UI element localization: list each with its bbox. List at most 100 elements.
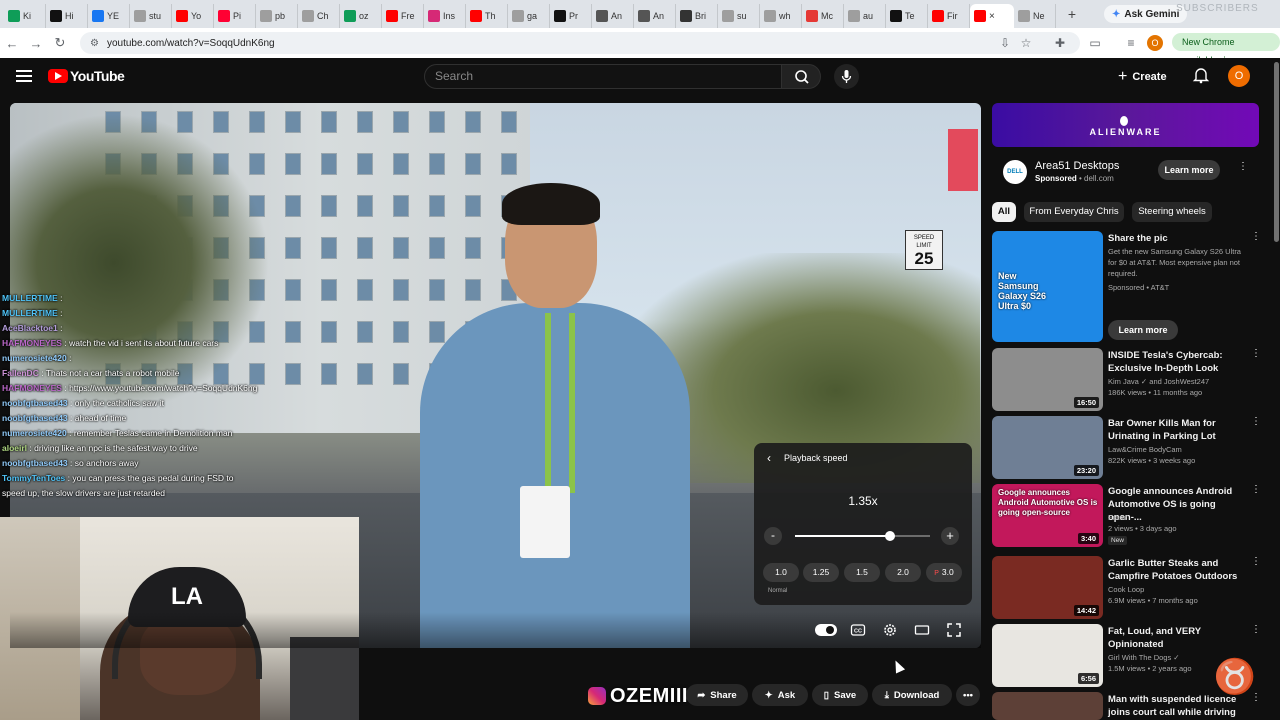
browser-tab[interactable]: An xyxy=(634,4,676,28)
video-title[interactable]: INSIDE Tesla's Cybercab: Exclusive In-De… xyxy=(1108,349,1244,375)
browser-tab[interactable]: Ch xyxy=(298,4,340,28)
browser-tab[interactable]: Fre xyxy=(382,4,424,28)
speed-preset-chip[interactable]: 1.25 xyxy=(803,563,839,582)
video-thumbnail[interactable]: 16:50 xyxy=(992,348,1103,411)
video-channel[interactable]: Franz xyxy=(1108,512,1248,523)
chip-from-everyday-chris[interactable]: From Everyday Chris xyxy=(1024,202,1124,222)
scrollbar-thumb[interactable] xyxy=(1274,62,1279,242)
speed-decrease-button[interactable]: - xyxy=(764,527,782,545)
video-channel[interactable]: Kim Java ✓ and JoshWest247 xyxy=(1108,376,1248,387)
extensions-icon[interactable]: ✚ xyxy=(1051,34,1069,52)
browser-tab[interactable]: su xyxy=(718,4,760,28)
notifications-bell-icon[interactable] xyxy=(1192,66,1210,84)
video-thumbnail[interactable] xyxy=(992,692,1103,720)
speed-preset-chip[interactable]: 2.0 xyxy=(885,563,921,582)
dell-logo[interactable]: DELL xyxy=(1003,160,1027,184)
video-more-icon[interactable]: ⋮ xyxy=(1251,557,1261,573)
browser-tab[interactable]: Te xyxy=(886,4,928,28)
reload-icon[interactable]: ↻ xyxy=(48,35,72,51)
video-channel[interactable]: Law&Crime BodyCam xyxy=(1108,444,1248,455)
chip-steering-wheels[interactable]: Steering wheels xyxy=(1132,202,1212,222)
speed-preset-chip[interactable]: P 3.0 xyxy=(926,563,962,582)
install-icon[interactable]: ⇩ xyxy=(996,34,1014,52)
browser-tab[interactable]: An xyxy=(592,4,634,28)
search-button[interactable] xyxy=(781,64,821,89)
browser-tab[interactable]: YE xyxy=(88,4,130,28)
video-thumbnail[interactable]: Google announces Android Automotive OS i… xyxy=(992,484,1103,547)
video-title[interactable]: Bar Owner Kills Man for Urinating in Par… xyxy=(1108,417,1244,443)
user-avatar[interactable]: O xyxy=(1228,65,1250,87)
download-button[interactable]: ⤓ Download xyxy=(872,684,952,706)
video-more-icon[interactable]: ⋮ xyxy=(1251,625,1261,641)
theater-mode-icon[interactable] xyxy=(914,622,930,638)
forward-icon[interactable]: → xyxy=(24,36,48,51)
ask-button[interactable]: ✦ Ask xyxy=(752,684,808,706)
settings-gear-icon[interactable] xyxy=(882,622,898,638)
video-more-icon[interactable]: ⋮ xyxy=(1251,232,1261,248)
browser-tab[interactable]: stu xyxy=(130,4,172,28)
chevron-left-icon[interactable]: ‹ xyxy=(762,451,776,465)
back-icon[interactable]: ← xyxy=(0,36,24,51)
browser-tab[interactable]: au xyxy=(844,4,886,28)
video-channel[interactable]: Cook Loop xyxy=(1108,584,1248,595)
browser-tab[interactable]: oz xyxy=(340,4,382,28)
video-thumbnail[interactable]: 6:56 xyxy=(992,624,1103,687)
browser-tab[interactable]: Bri xyxy=(676,4,718,28)
speed-preset-chip[interactable]: 1.0 xyxy=(763,563,799,582)
video-title[interactable]: Share the pic xyxy=(1108,232,1244,245)
browser-tab[interactable]: wh xyxy=(760,4,802,28)
ad-more-icon[interactable]: ⋮ xyxy=(1238,162,1248,178)
chip-all[interactable]: All xyxy=(992,202,1016,222)
menu-icon[interactable] xyxy=(16,70,32,82)
video-more-icon[interactable]: ⋮ xyxy=(1251,417,1261,433)
cast-icon[interactable]: ▭ xyxy=(1086,34,1104,52)
video-title[interactable]: Garlic Butter Steaks and Campfire Potato… xyxy=(1108,557,1244,583)
video-channel[interactable]: Get the new Samsung Galaxy S26 Ultra for… xyxy=(1108,246,1248,279)
browser-tab[interactable]: Mc xyxy=(802,4,844,28)
bookmark-star-icon[interactable]: ☆ xyxy=(1017,34,1035,52)
speed-increase-button[interactable]: + xyxy=(941,527,959,545)
youtube-logo-text[interactable]: YouTube xyxy=(70,68,125,84)
tab-close-icon[interactable]: × xyxy=(989,11,995,22)
speed-slider-handle[interactable] xyxy=(885,531,895,541)
video-more-icon[interactable]: ⋮ xyxy=(1251,349,1261,365)
browser-tab[interactable]: Ne xyxy=(1014,4,1056,28)
browser-tab[interactable]: Ins xyxy=(424,4,466,28)
browser-tab[interactable]: pb xyxy=(256,4,298,28)
ask-gemini-button[interactable]: ✦ Ask Gemini xyxy=(1104,5,1188,23)
browser-tab[interactable]: ga xyxy=(508,4,550,28)
browser-tab[interactable]: Yo xyxy=(172,4,214,28)
reading-list-icon[interactable]: ≡ xyxy=(1122,34,1140,52)
search-input[interactable]: Search xyxy=(424,64,782,89)
browser-tab[interactable]: Ki xyxy=(4,4,46,28)
video-title[interactable]: Fat, Loud, and VERY Opinionated xyxy=(1108,625,1244,651)
voice-search-button[interactable] xyxy=(834,64,859,89)
active-browser-tab[interactable]: × xyxy=(970,4,1014,28)
site-info-icon[interactable]: ⚙ xyxy=(90,38,99,49)
address-bar[interactable]: ⚙ youtube.com/watch?v=SoqqUdnK6ng xyxy=(80,32,1080,54)
autoplay-toggle[interactable] xyxy=(815,624,837,636)
browser-tab[interactable]: Hi xyxy=(46,4,88,28)
speed-preset-chip[interactable]: 1.5 xyxy=(844,563,880,582)
video-thumbnail[interactable]: New Samsung Galaxy S26 Ultra $0 xyxy=(992,231,1103,342)
ad-title[interactable]: Area51 Desktops xyxy=(1035,160,1119,172)
more-actions-button[interactable]: ••• xyxy=(956,684,980,706)
browser-tab[interactable]: Fir xyxy=(928,4,970,28)
speed-slider[interactable] xyxy=(795,531,930,541)
youtube-logo-icon[interactable] xyxy=(48,69,68,83)
save-button[interactable]: ▯ Save xyxy=(812,684,868,706)
video-thumbnail[interactable]: 14:42 xyxy=(992,556,1103,619)
closed-captions-icon[interactable]: CC xyxy=(850,622,866,638)
sponsored-learn-more-button[interactable]: Learn more xyxy=(1108,320,1178,340)
browser-tab[interactable]: Th xyxy=(466,4,508,28)
fullscreen-icon[interactable] xyxy=(946,622,962,638)
video-more-icon[interactable]: ⋮ xyxy=(1251,485,1261,501)
new-chrome-available-button[interactable]: New Chrome available ⋮ xyxy=(1172,33,1280,65)
share-button[interactable]: ➦ Share xyxy=(686,684,748,706)
browser-profile-avatar[interactable]: O xyxy=(1147,35,1163,51)
video-thumbnail[interactable]: 23:20 xyxy=(992,416,1103,479)
browser-tab[interactable]: Pi xyxy=(214,4,256,28)
create-button[interactable]: + Create xyxy=(1118,64,1178,89)
new-tab-button[interactable]: + xyxy=(1062,6,1082,22)
browser-tab[interactable]: Pr xyxy=(550,4,592,28)
